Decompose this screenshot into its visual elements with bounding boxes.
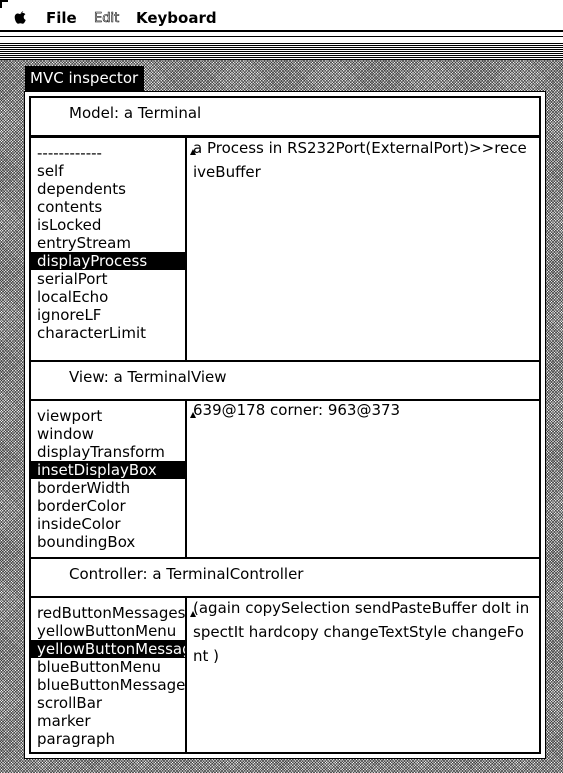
view-list-item[interactable]: insetDisplayBox (31, 461, 185, 479)
controller-list-item[interactable]: redButtonMessages (31, 604, 185, 622)
view-list-item[interactable]: insideColor (31, 515, 185, 533)
view-field-list-pane[interactable]: viewport window displayTransform insetDispl… (29, 399, 187, 559)
mvc-inspector-window: Model: a Terminal ------------ self depend… (24, 91, 546, 759)
view-list-item[interactable]: viewport (31, 407, 185, 425)
model-list-item[interactable]: self (31, 162, 185, 180)
menu-bar-rule (0, 30, 563, 32)
model-header-pane: Model: a Terminal (29, 96, 541, 137)
controller-header: Controller: a TerminalController (69, 565, 304, 583)
view-list-item[interactable]: boundingBox (31, 533, 185, 551)
model-field-list-pane[interactable]: ------------ self dependents contents isLock… (29, 136, 187, 362)
apple-icon[interactable] (12, 9, 29, 26)
window-drag-stripes[interactable] (0, 43, 563, 60)
menu-keyboard[interactable]: Keyboard (136, 9, 217, 27)
menu-edit[interactable]: Edit (94, 10, 120, 28)
view-list-item[interactable]: displayTransform (31, 443, 185, 461)
model-list-item[interactable]: dependents (31, 180, 185, 198)
controller-list-item[interactable]: paragraph (31, 730, 185, 748)
model-value-text[interactable]: a Process in RS232Port(ExternalPort)>>re… (193, 138, 529, 184)
view-list-item[interactable]: borderColor (31, 497, 185, 515)
view-header-pane: View: a TerminalView (29, 360, 541, 401)
menu-bar: File Edit Keyboard (0, 0, 563, 30)
model-field-list[interactable]: ------------ self dependents contents isLock… (31, 138, 185, 342)
model-list-item[interactable]: entryStream (31, 234, 185, 252)
model-list-item[interactable]: isLocked (31, 216, 185, 234)
view-list-item[interactable]: window (31, 425, 185, 443)
menu-bar-rule-thin (0, 36, 563, 37)
view-value-text[interactable]: 639@178 corner: 963@373 (193, 401, 529, 422)
window-title[interactable]: MVC inspector (25, 66, 145, 91)
model-value-pane[interactable]: a Process in RS232Port(ExternalPort)>>re… (185, 136, 541, 362)
controller-value-pane[interactable]: (again copySelection sendPasteBuffer doI… (185, 596, 541, 754)
model-list-item[interactable]: localEcho (31, 288, 185, 306)
model-list-item[interactable]: ignoreLF (31, 306, 185, 324)
view-field-list[interactable]: viewport window displayTransform insetDispl… (31, 401, 185, 551)
model-header: Model: a Terminal (69, 104, 202, 122)
controller-list-item[interactable]: yellowButtonMessages (31, 640, 185, 658)
controller-list-item[interactable]: scrollBar (31, 694, 185, 712)
controller-list-item[interactable]: yellowButtonMenu (31, 622, 185, 640)
model-list-item[interactable]: displayProcess (31, 252, 185, 270)
controller-list-item[interactable]: marker (31, 712, 185, 730)
view-value-pane[interactable]: 639@178 corner: 963@373 (185, 399, 541, 559)
controller-list-item[interactable]: blueButtonMessages (31, 676, 185, 694)
view-header: View: a TerminalView (69, 368, 227, 386)
model-list-item[interactable]: serialPort (31, 270, 185, 288)
controller-field-list[interactable]: redButtonMessages yellowButtonMenu yellowB… (31, 598, 185, 748)
controller-header-pane: Controller: a TerminalController (29, 557, 541, 598)
model-list-item[interactable]: characterLimit (31, 324, 185, 342)
model-list-item[interactable]: ------------ (31, 144, 185, 162)
controller-list-item[interactable]: blueButtonMenu (31, 658, 185, 676)
model-list-item[interactable]: contents (31, 198, 185, 216)
controller-value-text[interactable]: (again copySelection sendPasteBuffer doI… (193, 598, 533, 668)
view-list-item[interactable]: borderWidth (31, 479, 185, 497)
menu-file[interactable]: File (46, 9, 77, 27)
screen-corner-mark (0, 0, 8, 8)
controller-field-list-pane[interactable]: redButtonMessages yellowButtonMenu yellowB… (29, 596, 187, 754)
